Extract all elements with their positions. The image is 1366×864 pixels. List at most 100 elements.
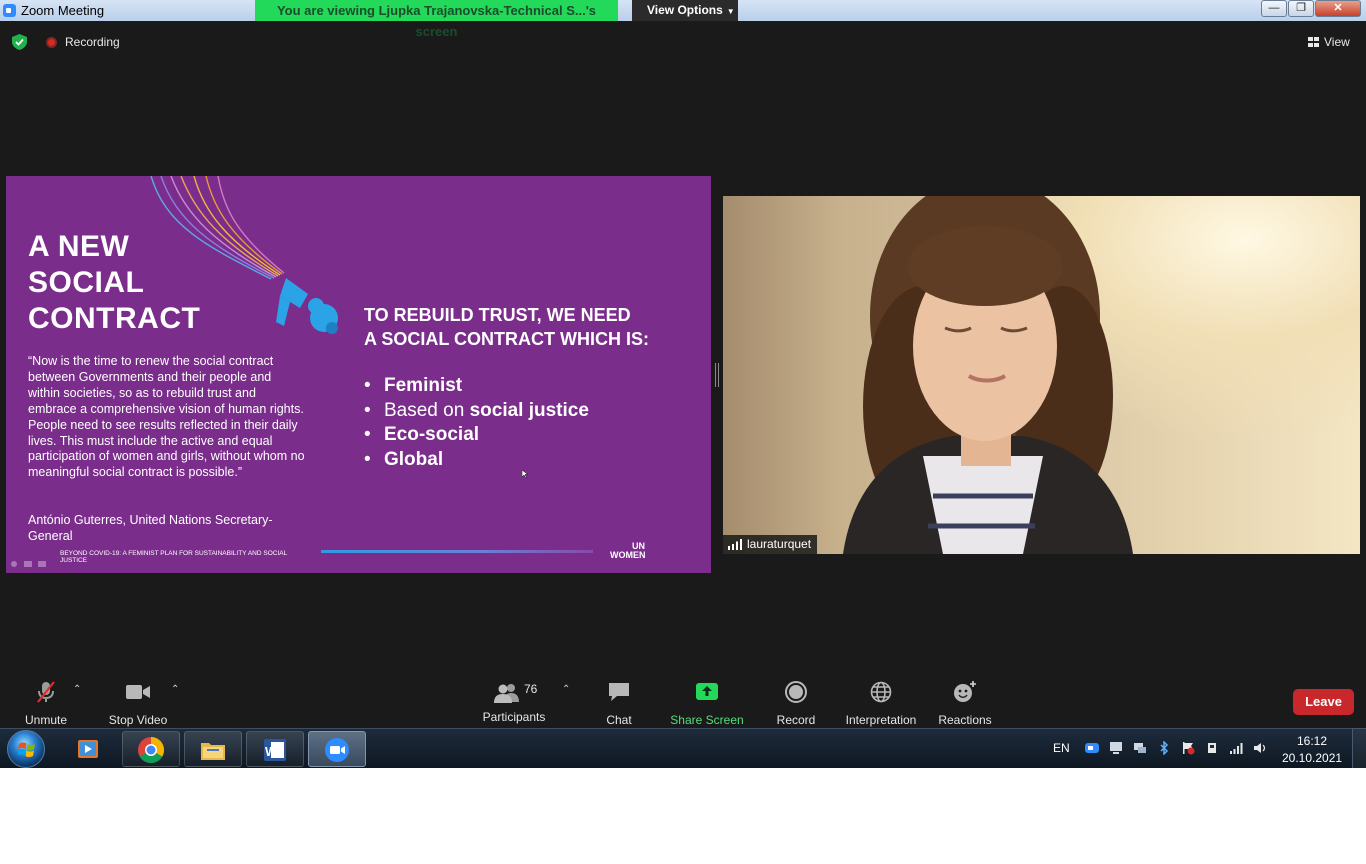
- zoom-icon: [325, 738, 349, 762]
- slide-bullet: Feminist: [364, 374, 589, 399]
- slide-bullet: Based on social justice: [364, 399, 589, 424]
- record-button[interactable]: Record: [774, 680, 818, 727]
- taskbar-zoom[interactable]: [308, 731, 366, 767]
- shield-icon[interactable]: [12, 34, 27, 50]
- bullet-bold: Feminist: [384, 375, 463, 396]
- slide-heading-line: A SOCIAL CONTRACT WHICH IS:: [364, 329, 649, 349]
- display-tray-icon[interactable]: [1109, 741, 1123, 755]
- record-icon: [785, 681, 807, 703]
- recording-label[interactable]: Recording: [65, 35, 120, 49]
- chat-icon: [609, 683, 629, 701]
- window-title: Zoom Meeting: [21, 3, 105, 18]
- slide-title: A NEW SOCIAL CONTRACT: [28, 229, 288, 337]
- share-screen-label: Share Screen: [670, 713, 744, 727]
- reactions-icon: [954, 681, 976, 702]
- language-indicator[interactable]: EN: [1053, 741, 1070, 755]
- volume-icon[interactable]: [1253, 741, 1267, 755]
- participants-caret-icon[interactable]: ⌃: [562, 684, 570, 695]
- interpretation-button[interactable]: Interpretation: [842, 680, 920, 727]
- start-button[interactable]: [7, 730, 45, 768]
- chrome-icon: [138, 736, 165, 764]
- participant-name: lauraturquet: [747, 537, 812, 551]
- zoom-tray-icon[interactable]: [1085, 741, 1099, 755]
- slide-title-line: SOCIAL: [28, 266, 145, 299]
- signal-strength-icon: [728, 539, 742, 550]
- un-women-logo: UN WOMEN: [610, 542, 670, 562]
- title-bar: Zoom Meeting You are viewing Ljupka Traj…: [0, 0, 1366, 39]
- taskbar-file-explorer[interactable]: [184, 731, 242, 767]
- share-banner: You are viewing Ljupka Trajanovska-Techn…: [255, 0, 618, 39]
- bullet-text: Based on: [384, 399, 470, 421]
- participant-name-tag: lauraturquet: [723, 535, 818, 554]
- zoom-app-icon: [3, 4, 16, 17]
- microphone-muted-icon: [37, 681, 55, 703]
- chevron-down-icon: ▼: [726, 7, 735, 16]
- view-options-button[interactable]: View Options ▼: [632, 0, 738, 21]
- grid-icon: [1308, 37, 1319, 47]
- stop-video-button[interactable]: Stop Video: [106, 680, 170, 727]
- taskbar-media-player[interactable]: [60, 731, 116, 767]
- screen: Zoom Meeting You are viewing Ljupka Traj…: [0, 0, 1366, 768]
- video-camera-icon: [126, 685, 150, 699]
- video-options-caret-icon[interactable]: ⌃: [171, 684, 179, 695]
- slide-bullet: Eco-social: [364, 423, 589, 448]
- close-button[interactable]: ✕: [1315, 0, 1361, 17]
- slide-heading: TO REBUILD TRUST, WE NEED A SOCIAL CONTR…: [364, 303, 704, 351]
- participants-icon-group: 76: [484, 680, 544, 704]
- show-desktop-button[interactable]: [1352, 728, 1366, 768]
- bullet-bold: social justice: [469, 399, 589, 421]
- folder-icon: [201, 743, 225, 760]
- stop-video-label: Stop Video: [108, 713, 168, 727]
- chat-label: Chat: [606, 713, 632, 727]
- participant-image: [843, 196, 1133, 554]
- participant-video[interactable]: [723, 196, 1360, 554]
- audio-options-caret-icon[interactable]: ⌃: [73, 684, 81, 695]
- bullet-bold: Global: [384, 448, 444, 470]
- recording-icon: [46, 37, 57, 48]
- unmute-button[interactable]: Unmute: [20, 680, 72, 727]
- media-player-icon: [78, 740, 98, 758]
- shared-screen: A NEW SOCIAL CONTRACT “Now is the time t…: [6, 176, 711, 573]
- share-screen-button[interactable]: Share Screen: [670, 680, 744, 727]
- action-center-flag-icon[interactable]: [1181, 741, 1195, 755]
- taskbar-chrome[interactable]: [122, 731, 180, 767]
- participants-button[interactable]: 76 Participants: [480, 680, 548, 724]
- slide-title-line: A NEW: [28, 230, 130, 263]
- word-icon: W: [264, 739, 286, 761]
- record-label: Record: [776, 713, 816, 727]
- chat-button[interactable]: Chat: [600, 680, 638, 727]
- signal-icon[interactable]: [1229, 741, 1243, 755]
- unmute-label: Unmute: [24, 713, 68, 727]
- maximize-button[interactable]: ❐: [1288, 0, 1314, 17]
- reactions-button[interactable]: Reactions: [936, 680, 994, 727]
- bluetooth-icon[interactable]: [1157, 741, 1171, 755]
- slide-controls[interactable]: [10, 560, 50, 568]
- network-tray-icon[interactable]: [1133, 741, 1147, 755]
- slide-bullet-list: Feminist Based on social justice Eco-soc…: [364, 374, 589, 472]
- slide-heading-line: TO REBUILD TRUST, WE NEED: [364, 305, 631, 325]
- view-button[interactable]: View: [1308, 35, 1350, 49]
- view-label: View: [1324, 35, 1350, 49]
- slide-quote: “Now is the time to renew the social con…: [28, 354, 305, 480]
- clock-time: 16:12: [1296, 734, 1328, 748]
- view-options-label: View Options: [647, 3, 723, 17]
- bullet-bold: Eco-social: [384, 424, 480, 445]
- share-screen-icon: [696, 683, 718, 700]
- slide-title-line: CONTRACT: [28, 302, 201, 335]
- taskbar-word[interactable]: W: [246, 731, 304, 767]
- slide-footer: BEYOND COVID-19: A FEMINIST PLAN FOR SUS…: [60, 550, 287, 564]
- participants-label: Participants: [482, 710, 546, 724]
- clock-date: 20.10.2021: [1282, 751, 1343, 765]
- windows-logo-icon: [18, 742, 35, 758]
- globe-icon: [870, 681, 892, 703]
- leave-button[interactable]: Leave: [1293, 689, 1354, 715]
- slide-quote-author: António Guterres, United Nations Secreta…: [28, 513, 273, 543]
- usb-device-icon[interactable]: [1205, 741, 1219, 755]
- participants-count: 76: [524, 682, 538, 696]
- minimize-button[interactable]: —: [1261, 0, 1287, 17]
- panel-splitter[interactable]: [715, 363, 719, 387]
- svg-text:W: W: [265, 744, 278, 759]
- taskbar-clock[interactable]: 16:12 20.10.2021: [1282, 733, 1342, 767]
- slide-bullet: Global: [364, 448, 589, 473]
- reactions-label: Reactions: [938, 713, 992, 727]
